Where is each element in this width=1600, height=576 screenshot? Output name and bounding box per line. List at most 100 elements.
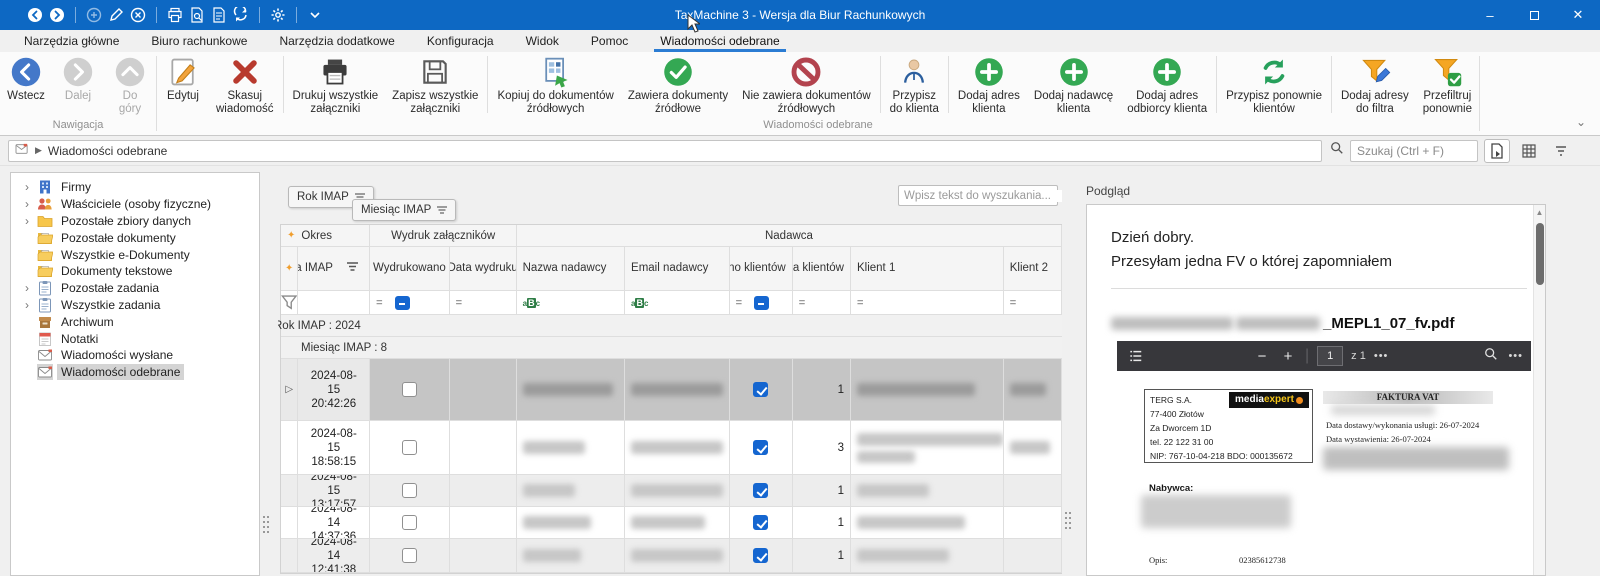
ribbon-button-wstecz[interactable]: Wstecz [0,52,52,117]
indeterminate-checkbox[interactable] [754,296,769,310]
group-row[interactable]: Rok IMAP : 2024 [281,315,1062,337]
tree-item-notatki[interactable]: Notatki [11,330,259,347]
row-expander[interactable] [281,539,298,573]
pdf-zoom-out-button[interactable]: − [1253,348,1271,365]
assigned-checkbox[interactable] [753,548,768,563]
tree-item-pozostałe-dokumenty[interactable]: Pozostałe dokumenty [11,229,259,246]
message-row[interactable]: 2024-08-1518:58:153 [281,421,1062,475]
equals-operator-icon[interactable]: = [1010,297,1016,309]
ribbon-button-dodaj-adres-odbiorcy-klienta[interactable]: Dodaj adres odbiorcy klienta [1120,52,1214,117]
expand-chevron-icon[interactable]: › [21,215,33,227]
row-expander[interactable]: ▷ [281,359,298,421]
left-splitter-grip[interactable] [263,516,269,542]
pdf-more-button[interactable]: ••• [1374,350,1389,362]
tree-item-wszystkie-zadania[interactable]: › Wszystkie zadania [11,297,259,314]
scroll-up-arrow[interactable]: ▲ [1534,205,1545,217]
band-header-okres[interactable]: ✦Okres [281,225,370,247]
grid-customize-icon[interactable]: ✦ [287,230,295,241]
printed-checkbox[interactable] [402,548,417,563]
filter-cell-przypisano-klientów[interactable]: = [730,291,793,315]
equals-operator-icon[interactable]: = [736,297,742,309]
pencil-icon[interactable] [107,6,125,24]
cell-wydrukowano[interactable] [370,539,450,573]
close-button[interactable]: ✕ [1556,0,1600,30]
filter-cell-data-wydruku[interactable]: = [450,291,517,315]
ribbon-button-kopiuj-do-dokumentów-źródłowych[interactable]: Kopiuj do dokumentów źródłowych [490,52,620,117]
column-header-email-nadawcy[interactable]: Email nadawcy [625,247,730,291]
refresh-icon[interactable] [232,6,250,24]
add-circle-icon[interactable] [85,6,103,24]
column-header-wydrukowano[interactable]: Wydrukowano [370,247,450,291]
cell-wydrukowano[interactable] [370,475,450,507]
ribbon-button-nie-zawiera-dokumentów-źródłowych[interactable]: Nie zawiera dokumentów źródłowych [735,52,877,117]
printed-checkbox[interactable] [402,440,417,455]
row-expander[interactable] [281,421,298,475]
assigned-checkbox[interactable] [753,382,768,397]
cell-wydrukowano[interactable] [370,359,450,421]
filter-cell-nazwa-nadawcy[interactable]: aBc [517,291,625,315]
tab-biuro-rachunkowe[interactable]: Biuro rachunkowe [135,30,263,52]
ribbon-button-dodaj-adresy-do-filtra[interactable]: Dodaj adresy do filtra [1334,52,1416,117]
expand-chevron-icon[interactable]: › [21,299,33,311]
band-header-nadawca[interactable]: Nadawca [517,225,1062,247]
filter-cell-klient-2[interactable]: = [1004,291,1062,315]
tree-item-dokumenty-tekstowe[interactable]: Dokumenty tekstowe [11,263,259,280]
ribbon-button-dalej[interactable]: Dalej [52,52,104,117]
cell-przypisano[interactable] [730,475,793,507]
column-header-data-wydruku[interactable]: Data wydruku [450,247,517,291]
chevron-down-icon[interactable] [306,6,324,24]
text-filter-icon[interactable]: aBc [523,298,540,308]
pdf-search-icon[interactable] [1484,347,1498,366]
filter-cell-liczba-klientów[interactable]: = [793,291,851,315]
tab-pomoc[interactable]: Pomoc [575,30,644,52]
filter-cell-wydrukowano[interactable]: = [370,291,450,315]
tab-narzędzia-dodatkowe[interactable]: Narzędzia dodatkowe [263,30,410,52]
indeterminate-checkbox[interactable] [395,296,410,310]
tree-item-wiadomości-odebrane[interactable]: Wiadomości odebrane [11,364,259,381]
expand-chevron-icon[interactable]: › [21,181,33,193]
column-header-klient-2[interactable]: Klient 2 [1004,247,1062,291]
row-expander[interactable] [281,507,298,539]
ribbon-collapse-chevron[interactable]: ⌄ [1576,115,1586,129]
tree-item-firmy[interactable]: › Firmy [11,179,259,196]
ribbon-button-do-góry[interactable]: Do góry [104,52,156,117]
tree-item-pozostałe-zadania[interactable]: › Pozostałe zadania [11,280,259,297]
column-header-liczba-klientów[interactable]: Liczba klientów [793,247,851,291]
equals-operator-icon[interactable]: = [376,297,382,309]
printer-icon[interactable] [166,6,184,24]
preview-scrollbar[interactable]: ▲ [1533,205,1545,576]
tree-item-wiadomości-wysłane[interactable]: Wiadomości wysłane [11,347,259,364]
tree-item-właściciele-osoby-fizyczne[interactable]: › Właściciele (osoby fizyczne) [11,196,259,213]
breadcrumb[interactable]: ▶ Wiadomości odebrane [8,140,1322,162]
forward-circle-icon[interactable] [48,6,66,24]
ribbon-button-dodaj-adres-klienta[interactable]: Dodaj adres klienta [951,52,1027,117]
filter-cell-data-imap[interactable] [298,291,370,315]
band-header-wydruk-załączników[interactable]: Wydruk załączników [370,225,517,247]
ribbon-button-edytuj[interactable]: Edytuj [157,52,209,117]
right-splitter-grip[interactable] [1065,512,1071,538]
message-row[interactable]: 2024-08-1513:17:571 [281,475,1062,507]
message-row[interactable]: 2024-08-1412:41:381 [281,539,1062,573]
pdf-zoom-in-button[interactable]: + [1279,348,1297,365]
ribbon-button-przefiltruj-ponownie[interactable]: Przefiltruj ponownie [1416,52,1479,117]
filter-cell-email-nadawcy[interactable]: aBc [625,291,730,315]
tree-item-archiwum[interactable]: Archiwum [11,313,259,330]
printed-checkbox[interactable] [402,382,417,397]
group-chip-miesiac-imap[interactable]: Miesiąc IMAP [352,199,456,221]
filter-options-button[interactable] [1548,139,1574,163]
attachment-row[interactable]: _MEPL1_07_fv.pdf [1111,315,1545,332]
equals-operator-icon[interactable]: = [456,297,462,309]
minimize-button[interactable]: – [1468,0,1512,30]
expand-chevron-icon[interactable]: › [21,198,33,210]
pdf-page-input[interactable]: 1 [1317,346,1343,366]
tab-narzędzia-główne[interactable]: Narzędzia główne [8,30,135,52]
row-expander[interactable] [281,475,298,507]
close-circle-icon[interactable] [129,6,147,24]
cell-przypisano[interactable] [730,507,793,539]
tab-konfiguracja[interactable]: Konfiguracja [411,30,510,52]
cell-przypisano[interactable] [730,359,793,421]
grid-view-button[interactable] [1516,139,1542,163]
grid-search-input[interactable] [899,190,1062,202]
cell-przypisano[interactable] [730,421,793,475]
ribbon-button-zapisz-wszystkie-załączniki[interactable]: Zapisz wszystkie załączniki [385,52,485,117]
